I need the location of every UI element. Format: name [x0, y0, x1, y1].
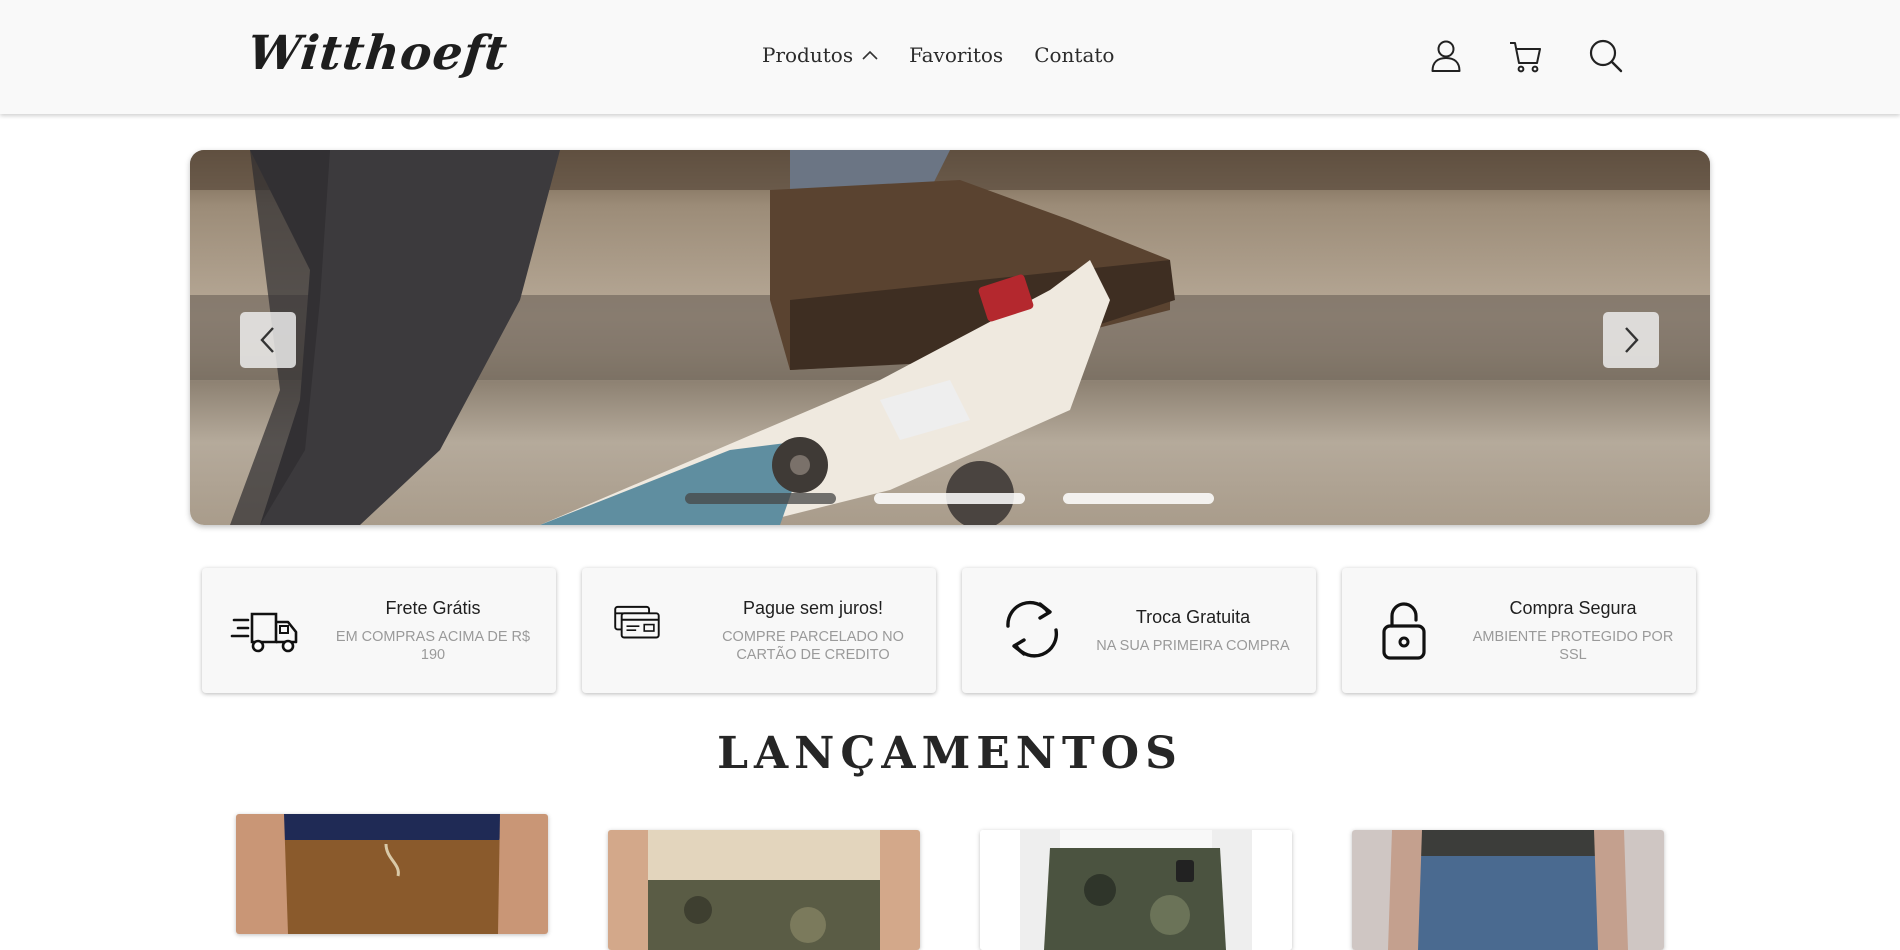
brand-logo[interactable]: Witthoeft: [245, 26, 510, 81]
carousel-indicator-3[interactable]: [1063, 493, 1214, 504]
main-nav: Produtos Favoritos Contato: [762, 43, 1114, 67]
site-header: Witthoeft Produtos Favoritos Contato: [0, 0, 1900, 114]
feature-title: Compra Segura: [1509, 597, 1637, 618]
carousel-next-button[interactable]: [1603, 312, 1659, 368]
header-actions: [1428, 38, 1624, 74]
feature-card-parcelamento: Pague sem juros! COMPRE PARCELADO NO CAR…: [582, 568, 936, 693]
nav-item-contato[interactable]: Contato: [1034, 43, 1114, 67]
nav-item-label: Produtos: [762, 43, 854, 67]
feature-card-troca: Troca Gratuita NA SUA PRIMEIRA COMPRA: [962, 568, 1316, 693]
cart-icon[interactable]: [1508, 38, 1544, 74]
product-card[interactable]: [980, 830, 1292, 950]
feature-card-frete: Frete Grátis EM COMPRAS ACIMA DE R$ 190: [202, 568, 556, 693]
chevron-up-icon: [862, 50, 878, 60]
feature-subtitle: EM COMPRAS ACIMA DE R$ 190: [335, 628, 531, 663]
nav-item-produtos[interactable]: Produtos: [762, 43, 878, 67]
credit-card-icon: [614, 605, 660, 639]
feature-subtitle: COMPRE PARCELADO NO CARTÃO DE CREDITO: [722, 628, 904, 663]
skateboarder-photo: [190, 150, 1710, 525]
carousel-indicator-2[interactable]: [874, 493, 1025, 504]
hero-carousel: [190, 150, 1710, 525]
refresh-icon: [1006, 600, 1059, 658]
section-title-lancamentos: LANÇAMENTOS: [717, 728, 1183, 779]
feature-title: Frete Grátis: [385, 597, 481, 618]
nav-item-favoritos[interactable]: Favoritos: [909, 43, 1003, 67]
product-photo-brown-pants: [236, 814, 548, 934]
feature-subtitle: AMBIENTE PROTEGIDO POR SSL: [1472, 628, 1674, 663]
chevron-right-icon: [1625, 327, 1639, 353]
feature-subtitle: NA SUA PRIMEIRA COMPRA: [1096, 637, 1290, 654]
feature-list: Frete Grátis EM COMPRAS ACIMA DE R$ 190 …: [202, 568, 1696, 693]
carousel-prev-button[interactable]: [240, 312, 296, 368]
carousel-indicators: [685, 493, 1214, 504]
product-card[interactable]: [608, 830, 920, 950]
padlock-icon: [1382, 602, 1426, 660]
product-card[interactable]: [236, 814, 548, 934]
product-photo-camo-shorts: [608, 830, 920, 950]
product-card[interactable]: [1352, 830, 1664, 950]
product-photo-jeans: [1352, 830, 1664, 950]
feature-card-seguranca: Compra Segura AMBIENTE PROTEGIDO POR SSL: [1342, 568, 1696, 693]
user-icon[interactable]: [1428, 38, 1464, 74]
chevron-left-icon: [260, 327, 274, 353]
feature-title: Pague sem juros!: [742, 597, 884, 618]
feature-title: Troca Gratuita: [1135, 606, 1251, 627]
carousel-indicator-1[interactable]: [685, 493, 836, 504]
delivery-truck-icon: [230, 612, 298, 653]
product-photo-camo-pants: [980, 830, 1292, 950]
nav-item-label: Favoritos: [909, 43, 1004, 67]
search-icon[interactable]: [1588, 38, 1624, 74]
product-grid: [236, 814, 1664, 950]
nav-item-label: Contato: [1034, 43, 1115, 67]
